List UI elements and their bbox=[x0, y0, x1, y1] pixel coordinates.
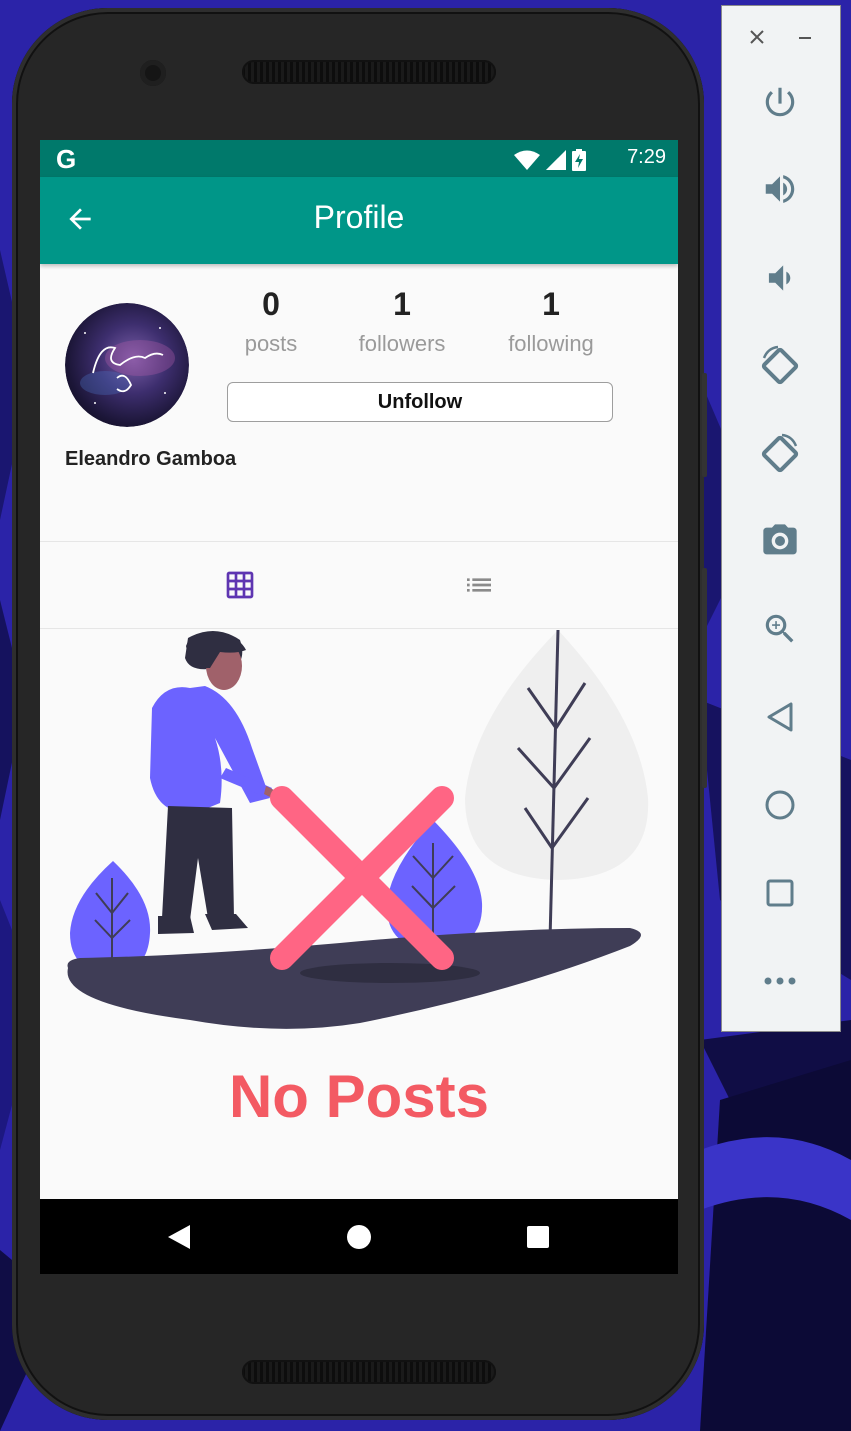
stat-followers[interactable]: 1 followers bbox=[332, 286, 472, 357]
camera-icon bbox=[763, 524, 797, 555]
power-button[interactable] bbox=[758, 80, 802, 124]
posts-count: 0 bbox=[262, 286, 280, 322]
signal-icon bbox=[546, 150, 566, 170]
rotate-right-button[interactable] bbox=[758, 432, 802, 476]
nav-overview-icon bbox=[527, 1226, 549, 1248]
zoom-button[interactable] bbox=[758, 607, 802, 651]
app-screen: G 7:29 Profile 0 posts 1 followers 1 fol… bbox=[40, 140, 678, 1274]
page-title: Profile bbox=[313, 199, 405, 235]
following-label: following bbox=[508, 331, 594, 356]
status-time: 7:29 bbox=[627, 146, 666, 168]
followers-count: 1 bbox=[393, 286, 411, 322]
minimize-icon bbox=[799, 37, 811, 39]
wifi-icon bbox=[514, 150, 540, 170]
stat-posts: 0 posts bbox=[201, 286, 341, 357]
emulator-close-button[interactable] bbox=[742, 22, 772, 52]
nav-home-button[interactable] bbox=[340, 1219, 378, 1255]
back-icon bbox=[767, 702, 793, 732]
bottom-speaker bbox=[242, 1360, 496, 1384]
power-icon bbox=[765, 87, 795, 117]
emulator-toolbar bbox=[721, 5, 841, 1032]
rotate-left-button[interactable] bbox=[758, 344, 802, 388]
battery-charging-icon bbox=[572, 149, 586, 171]
avatar bbox=[65, 303, 189, 427]
followers-label: followers bbox=[358, 331, 446, 356]
nav-overview-button[interactable] bbox=[519, 1219, 557, 1255]
system-nav-bar bbox=[40, 1199, 678, 1274]
overview-icon bbox=[766, 879, 794, 907]
nav-home-icon bbox=[347, 1225, 371, 1249]
nav-back-icon bbox=[168, 1225, 190, 1249]
more-button[interactable] bbox=[758, 959, 802, 1003]
profile-name: Eleandro Gamboa bbox=[65, 448, 237, 470]
side-button-power bbox=[702, 373, 707, 477]
zoom-icon bbox=[765, 614, 794, 643]
home-icon bbox=[765, 790, 795, 820]
volume-up-button[interactable] bbox=[758, 167, 802, 211]
more-icon bbox=[764, 977, 796, 985]
google-logo: G bbox=[56, 144, 77, 174]
nav-back-button[interactable] bbox=[160, 1219, 198, 1255]
grid-icon bbox=[226, 571, 253, 599]
rotate-right-icon bbox=[761, 433, 799, 473]
front-camera bbox=[140, 60, 166, 86]
side-button-volume bbox=[702, 568, 707, 788]
no-posts-illustration bbox=[67, 629, 649, 1029]
overview-button-emulator[interactable] bbox=[758, 871, 802, 915]
app-bar: Profile bbox=[40, 177, 678, 264]
home-button-emulator[interactable] bbox=[758, 783, 802, 827]
close-icon bbox=[750, 30, 764, 44]
rotate-left-icon bbox=[761, 345, 799, 385]
stat-following[interactable]: 1 following bbox=[481, 286, 621, 357]
list-icon bbox=[466, 578, 491, 592]
volume-down-icon bbox=[768, 265, 791, 291]
top-speaker bbox=[242, 60, 496, 84]
back-button-emulator[interactable] bbox=[758, 695, 802, 739]
status-icons bbox=[514, 149, 586, 171]
empty-state-message: No Posts bbox=[228, 1063, 490, 1130]
volume-up-icon bbox=[765, 175, 795, 203]
following-count: 1 bbox=[542, 286, 560, 322]
emulator-minimize-button[interactable] bbox=[790, 22, 820, 52]
screenshot-button[interactable] bbox=[758, 519, 802, 563]
status-bar: G 7:29 bbox=[40, 140, 678, 177]
tab-list[interactable] bbox=[319, 542, 638, 628]
posts-label: posts bbox=[244, 331, 298, 356]
volume-down-button[interactable] bbox=[758, 256, 802, 300]
unfollow-button[interactable]: Unfollow bbox=[227, 382, 613, 422]
